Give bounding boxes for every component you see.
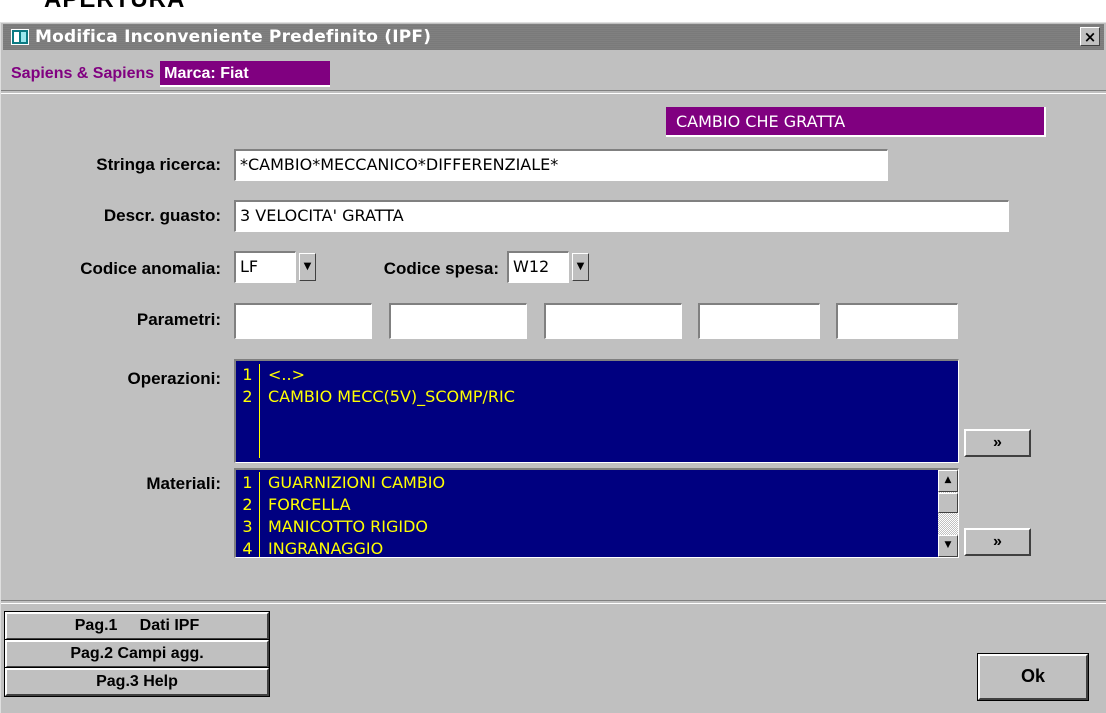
pag1-dati-ipf-button[interactable]: Pag.1 Dati IPF bbox=[4, 611, 270, 641]
codice-anomalia-select[interactable]: LF bbox=[234, 251, 296, 283]
scroll-up-arrow-icon[interactable]: ▲ bbox=[938, 470, 958, 492]
materiali-label: Materiali: bbox=[146, 474, 221, 493]
list-item-text: MANICOTTO RIGIDO bbox=[268, 517, 429, 536]
list-item-text: CAMBIO MECC(5V)_SCOMP/RIC bbox=[268, 387, 515, 406]
parametro-field-4[interactable] bbox=[698, 303, 820, 339]
parametro-field-1[interactable] bbox=[234, 303, 372, 339]
descr-guasto-input[interactable]: 3 VELOCITA' GRATTA bbox=[234, 200, 1009, 232]
parametro-field-2[interactable] bbox=[389, 303, 527, 339]
list-item[interactable]: 2 FORCELLA bbox=[236, 494, 958, 516]
stringa-ricerca-input[interactable]: *CAMBIO*MECCANICO*DIFFERENZIALE* bbox=[234, 149, 888, 181]
list-item-text: <..> bbox=[268, 365, 305, 384]
list-item[interactable]: 4 INGRANAGGIO bbox=[236, 538, 958, 558]
brand-name: Sapiens & Sapiens bbox=[11, 65, 155, 82]
scrollbar-thumb[interactable] bbox=[938, 493, 958, 513]
list-item-number: 2 bbox=[236, 386, 260, 408]
list-item[interactable]: 2 CAMBIO MECC(5V)_SCOMP/RIC bbox=[236, 386, 958, 408]
page-heading: APERTURA bbox=[44, 0, 185, 14]
descr-guasto-label: Descr. guasto: bbox=[103, 206, 221, 225]
parametro-field-3[interactable] bbox=[544, 303, 682, 339]
list-item-text: GUARNIZIONI CAMBIO bbox=[268, 473, 446, 492]
list-item-number: 1 bbox=[236, 364, 260, 386]
list-item[interactable]: 1 <..> bbox=[236, 364, 958, 386]
dropdown-arrow-icon[interactable]: ▼ bbox=[299, 253, 316, 281]
codice-spesa-label: Codice spesa: bbox=[383, 259, 499, 278]
top-divider bbox=[1, 90, 1106, 94]
operazioni-more-button[interactable]: » bbox=[964, 429, 1031, 457]
materiali-list[interactable]: 1 GUARNIZIONI CAMBIO 2 FORCELLA 3 MANICO… bbox=[234, 468, 959, 558]
pag3-help-button[interactable]: Pag.3 Help bbox=[4, 667, 270, 697]
parametro-field-5[interactable] bbox=[836, 303, 958, 339]
codice-spesa-select[interactable]: W12 bbox=[507, 251, 569, 283]
brand-row: Sapiens & Sapiens Marca: Fiat bbox=[11, 61, 331, 87]
problem-title: CAMBIO CHE GRATTA bbox=[666, 107, 1046, 137]
ok-button[interactable]: Ok bbox=[977, 653, 1089, 701]
list-item[interactable]: 1 GUARNIZIONI CAMBIO bbox=[236, 472, 958, 494]
list-item-text: INGRANAGGIO bbox=[268, 539, 384, 558]
stringa-ricerca-label: Stringa ricerca: bbox=[96, 155, 221, 174]
close-button[interactable]: × bbox=[1080, 27, 1100, 46]
codice-anomalia-label: Codice anomalia: bbox=[80, 259, 221, 278]
materiali-scrollbar[interactable]: ▲ ▼ bbox=[938, 470, 958, 557]
list-item-number: 3 bbox=[236, 516, 260, 538]
list-item-number: 4 bbox=[236, 538, 260, 557]
title-bar[interactable]: Modifica Inconveniente Predefinito (IPF)… bbox=[3, 24, 1104, 50]
bottom-divider bbox=[1, 600, 1106, 604]
ipf-dialog-window: Modifica Inconveniente Predefinito (IPF)… bbox=[0, 22, 1106, 713]
list-item[interactable]: 3 MANICOTTO RIGIDO bbox=[236, 516, 958, 538]
list-item-number: 1 bbox=[236, 472, 260, 494]
materiali-more-button[interactable]: » bbox=[964, 528, 1031, 556]
operazioni-list[interactable]: 1 <..> 2 CAMBIO MECC(5V)_SCOMP/RIC bbox=[234, 359, 959, 463]
list-item-text: FORCELLA bbox=[268, 495, 351, 514]
window-title: Modifica Inconveniente Predefinito (IPF) bbox=[35, 27, 432, 47]
scroll-down-arrow-icon[interactable]: ▼ bbox=[938, 535, 958, 557]
operazioni-label: Operazioni: bbox=[127, 369, 221, 388]
parametri-label: Parametri: bbox=[136, 310, 221, 329]
marca-badge: Marca: Fiat bbox=[160, 61, 331, 87]
list-item-number: 2 bbox=[236, 494, 260, 516]
dropdown-arrow-icon[interactable]: ▼ bbox=[572, 253, 589, 281]
form-window-icon bbox=[11, 29, 29, 45]
pag2-campi-agg-button[interactable]: Pag.2 Campi agg. bbox=[4, 639, 270, 669]
